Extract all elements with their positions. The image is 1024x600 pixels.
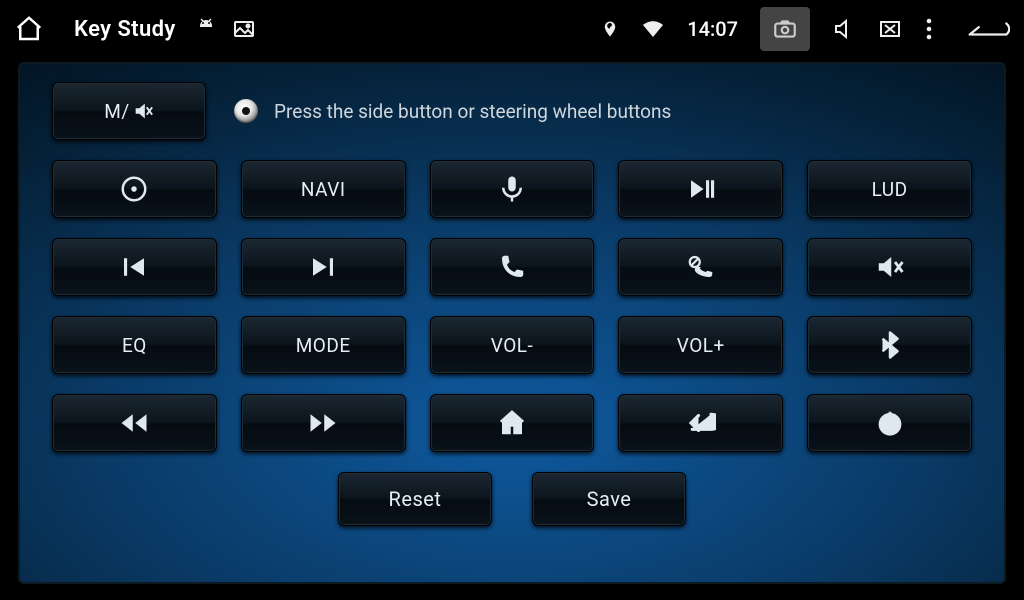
vol-up-label: VOL+ [677, 334, 725, 357]
hint-row: Press the side button or steering wheel … [234, 99, 671, 123]
hint-text: Press the side button or steering wheel … [274, 100, 671, 123]
bluetooth-icon [875, 330, 905, 360]
back-icon[interactable] [966, 15, 1010, 43]
navi-label: NAVI [301, 178, 346, 201]
status-bar: Key Study 14:07 [0, 0, 1024, 58]
app-title: Key Study [74, 17, 176, 42]
home-btn-icon [497, 408, 527, 438]
button-grid: NAVI LUD EQ MODE [48, 160, 976, 452]
reset-button[interactable]: Reset [338, 472, 492, 526]
phone-button[interactable] [430, 238, 595, 296]
mute-icon [875, 252, 905, 282]
next-track-icon [308, 252, 338, 282]
wifi-icon [641, 17, 665, 41]
more-icon[interactable] [924, 17, 934, 41]
rewind-icon [119, 408, 149, 438]
m-mute-button[interactable]: M/ [52, 82, 206, 140]
key-panel: M/ Press the side button or steering whe… [18, 62, 1006, 584]
home-button[interactable] [430, 394, 595, 452]
home-icon[interactable] [14, 14, 44, 44]
forward-icon [308, 408, 338, 438]
power-button[interactable] [807, 394, 972, 452]
image-icon [232, 17, 256, 41]
hangup-icon [686, 252, 716, 282]
forward-button[interactable] [241, 394, 406, 452]
mode-button[interactable]: MODE [241, 316, 406, 374]
hangup-button[interactable] [618, 238, 783, 296]
m-mute-label: M/ [104, 100, 129, 123]
mute-button[interactable] [807, 238, 972, 296]
next-track-button[interactable] [241, 238, 406, 296]
lud-label: LUD [872, 178, 908, 201]
lud-button[interactable]: LUD [807, 160, 972, 218]
phone-icon [497, 252, 527, 282]
disc-icon [119, 174, 149, 204]
mic-icon [497, 174, 527, 204]
speaker-icon[interactable] [832, 17, 856, 41]
play-pause-button[interactable] [618, 160, 783, 218]
disc-button[interactable] [52, 160, 217, 218]
location-icon [601, 17, 619, 41]
save-label: Save [587, 487, 632, 511]
android-icon [194, 17, 218, 41]
prev-track-button[interactable] [52, 238, 217, 296]
vol-up-button[interactable]: VOL+ [618, 316, 783, 374]
save-button[interactable]: Save [532, 472, 686, 526]
screen-off-icon[interactable] [878, 17, 902, 41]
play-pause-icon [686, 174, 716, 204]
clock-text: 14:07 [687, 17, 738, 41]
bluetooth-button[interactable] [807, 316, 972, 374]
prev-track-icon [119, 252, 149, 282]
vol-down-button[interactable]: VOL- [430, 316, 595, 374]
rewind-button[interactable] [52, 394, 217, 452]
mode-label: MODE [296, 334, 351, 357]
reset-label: Reset [389, 487, 442, 511]
eq-label: EQ [122, 334, 147, 357]
eq-button[interactable]: EQ [52, 316, 217, 374]
screenshot-icon[interactable] [760, 7, 810, 51]
mic-button[interactable] [430, 160, 595, 218]
action-row: Reset Save [48, 472, 976, 526]
vol-down-label: VOL- [491, 334, 534, 357]
back-button[interactable] [618, 394, 783, 452]
back-btn-icon [686, 408, 716, 438]
navi-button[interactable]: NAVI [241, 160, 406, 218]
radio-dot-icon [234, 99, 258, 123]
power-icon [875, 408, 905, 438]
